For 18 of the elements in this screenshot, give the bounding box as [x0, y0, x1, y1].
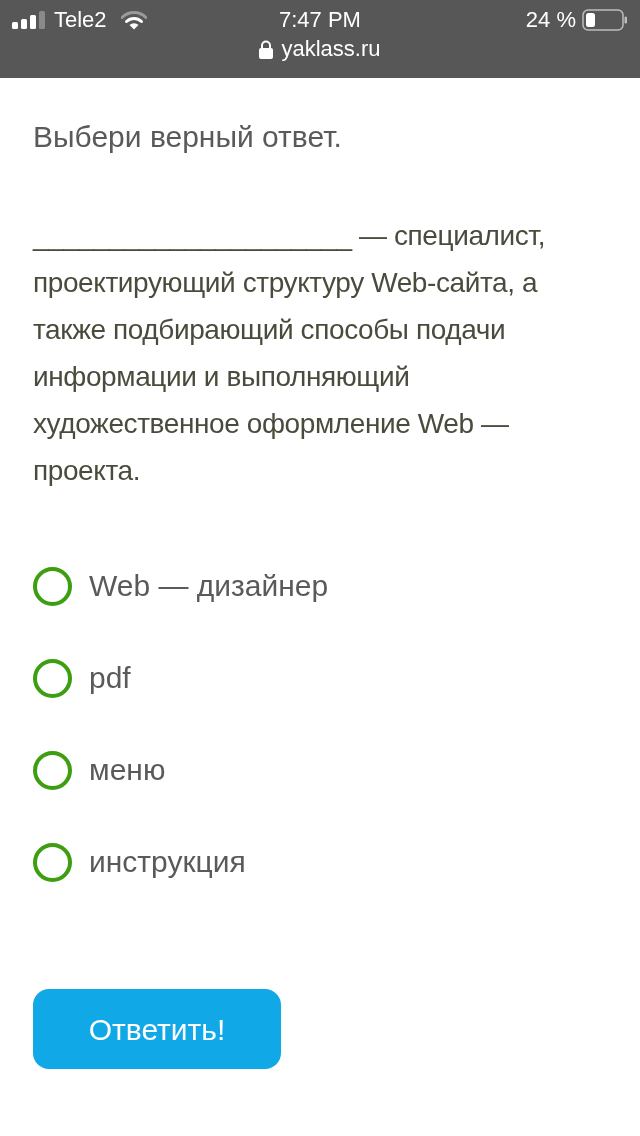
signal-icon: [12, 11, 46, 29]
radio-button[interactable]: [33, 750, 72, 790]
instruction-text: Выбери верный ответ.: [33, 119, 342, 155]
question-text: _____________________ — специалист, проектирующий структуру Web-сайта, а также подбирающий способы подачи информации и выполняющий художественное оформление Web — проекта.: [33, 219, 547, 488]
battery-icon: [582, 9, 628, 31]
radio-button[interactable]: [33, 658, 72, 698]
radio-button[interactable]: [33, 842, 72, 882]
clock-time: 7:47 PM: [279, 9, 361, 31]
answer-option[interactable]: меню: [33, 749, 166, 791]
page-address[interactable]: yaklass.ru: [281, 38, 381, 60]
radio-button[interactable]: [33, 566, 72, 606]
answer-option[interactable]: инструкция: [33, 841, 246, 883]
lock-icon: [259, 39, 274, 59]
wifi-icon: [120, 10, 147, 30]
answer-option[interactable]: Web — дизайнер: [33, 565, 329, 607]
carrier-name: Tele2: [54, 9, 107, 31]
battery-percentage: 24 %: [525, 9, 576, 31]
answer-option[interactable]: pdf: [33, 657, 131, 699]
